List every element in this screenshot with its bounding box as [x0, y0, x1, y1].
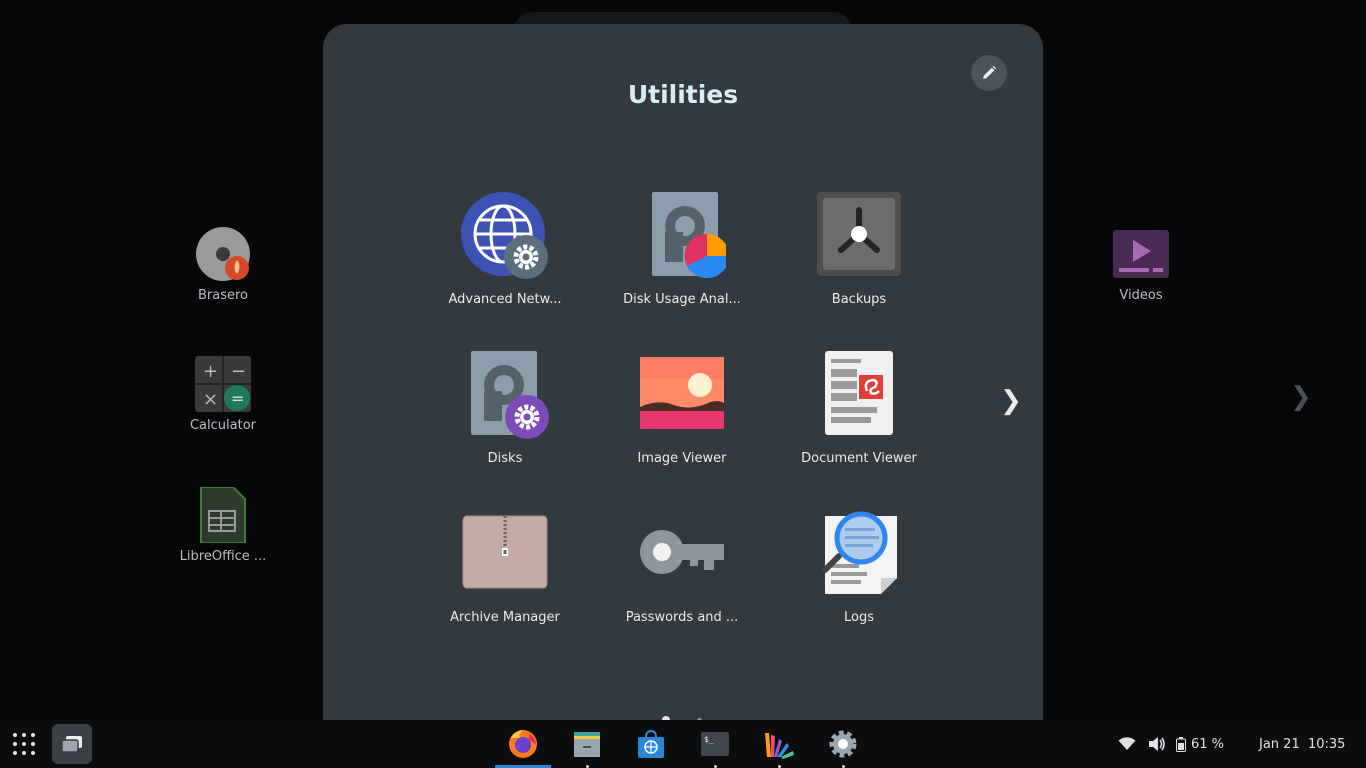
app-document-viewer[interactable]: Document Viewer	[779, 351, 939, 466]
edit-folder-name-button[interactable]	[971, 55, 1007, 91]
app-disks[interactable]: Disks	[425, 351, 585, 466]
app-label: Passwords and ...	[625, 610, 739, 625]
app-logs[interactable]: Logs	[779, 510, 939, 625]
document-viewer-icon	[815, 351, 903, 439]
disk-usage-icon	[638, 192, 729, 280]
background-app-label: Brasero	[197, 288, 248, 303]
background-next-page-chevron-icon: ❯	[1290, 382, 1312, 412]
background-app-videos: Videos	[1086, 226, 1196, 303]
svg-text:×: ×	[203, 389, 218, 410]
archive-manager-icon	[461, 510, 549, 598]
dock-software-store[interactable]	[623, 726, 679, 762]
image-viewer-icon	[638, 351, 726, 439]
calculator-icon: + × − =	[195, 356, 251, 412]
folder-title: Utilities	[627, 80, 739, 109]
spreadsheet-icon	[195, 486, 251, 544]
windows-overview-icon	[61, 736, 82, 753]
videos-icon	[1113, 226, 1169, 282]
app-label: Disk Usage Anal...	[623, 292, 741, 307]
app-label: Backups	[831, 292, 887, 307]
svg-text:−: −	[231, 361, 246, 382]
clock[interactable]: Jan 21 10:35	[1259, 720, 1345, 768]
store-bag-icon	[638, 729, 664, 758]
dock-terminal[interactable]: $_	[687, 726, 743, 768]
battery-percentage: 61 %	[1191, 736, 1225, 752]
backups-icon	[815, 192, 903, 280]
app-label: Image Viewer	[637, 451, 727, 466]
wifi-icon	[1118, 737, 1136, 750]
svg-text:=: =	[231, 389, 244, 408]
app-label: Archive Manager	[450, 610, 560, 625]
app-advanced-network-configuration[interactable]: Advanced Netw...	[425, 192, 585, 307]
system-tray[interactable]: 61 %	[1118, 720, 1224, 768]
svg-text:+: +	[203, 361, 218, 382]
background-app-libreoffice-calc: LibreOffice ...	[168, 486, 278, 564]
dock-firefox[interactable]	[495, 726, 551, 768]
dock-theme-editor[interactable]	[751, 726, 807, 768]
terminal-icon: $_	[701, 732, 729, 756]
app-grid-icon	[13, 733, 35, 755]
app-folder-popup: Utilities Advanced Netw... Disk Usage An…	[323, 24, 1043, 744]
workspaces-overview-button[interactable]	[52, 724, 92, 764]
app-archive-manager[interactable]: Archive Manager	[425, 510, 585, 625]
firefox-icon	[509, 730, 537, 758]
background-app-brasero: Brasero	[168, 226, 278, 303]
background-app-label: Videos	[1119, 288, 1163, 303]
app-label: Document Viewer	[801, 451, 917, 466]
background-app-calculator: + × − = Calculator	[168, 356, 278, 433]
file-cabinet-icon	[574, 732, 600, 757]
pencil-icon	[983, 65, 997, 79]
svg-text:$_: $_	[704, 735, 714, 744]
background-app-label: LibreOffice ...	[179, 549, 267, 564]
brasero-icon	[195, 226, 251, 282]
disks-icon	[461, 351, 549, 439]
next-page-chevron-icon[interactable]: ❯	[999, 386, 1023, 422]
settings-gear-icon	[829, 730, 857, 758]
dock-settings[interactable]	[815, 726, 871, 768]
logs-icon	[815, 510, 903, 598]
app-label: Logs	[844, 610, 874, 625]
app-image-viewer[interactable]: Image Viewer	[602, 351, 762, 466]
background-app-label: Calculator	[189, 418, 256, 433]
volume-icon	[1149, 737, 1165, 751]
passwords-keys-icon	[638, 510, 726, 598]
network-settings-icon	[461, 192, 549, 280]
taskbar: $_ 61 % Jan 21 10:35	[0, 720, 1366, 768]
app-passwords-and-keys[interactable]: Passwords and ...	[602, 510, 762, 625]
battery-charging-icon	[1176, 736, 1186, 752]
app-backups[interactable]: Backups	[779, 192, 939, 307]
app-disk-usage-analyzer[interactable]: Disk Usage Anal...	[602, 192, 762, 307]
color-swatches-icon	[765, 733, 794, 759]
app-label: Advanced Netw...	[448, 292, 562, 307]
app-label: Disks	[487, 451, 523, 466]
show-apps-button[interactable]	[8, 726, 40, 762]
dock-file-manager[interactable]	[559, 726, 615, 768]
